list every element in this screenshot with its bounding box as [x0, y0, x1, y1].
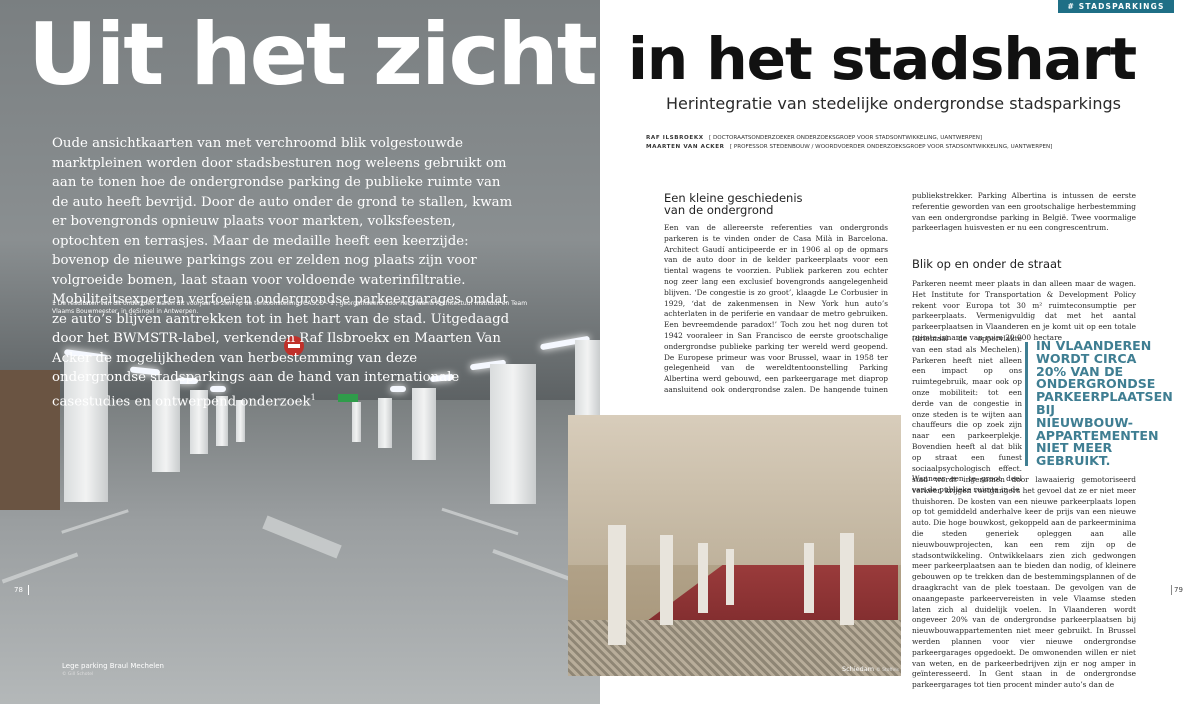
pullquote-bar — [1025, 342, 1028, 466]
parking-wall — [0, 370, 60, 510]
section-heading-history: Een kleine geschiedenis van de ondergron… — [664, 191, 803, 217]
page-number-right: 79 — [1174, 586, 1183, 594]
photo-column — [608, 525, 626, 645]
pullquote: IN VLAANDEREN WORDT CIRCA 20% VAN DE OND… — [1036, 338, 1173, 469]
author-line: RAF ILSBROEKX [ DOCTORAATSONDERZOEKER ON… — [646, 135, 983, 141]
photo-caption-right: Schiedam © Stoffels — [842, 665, 899, 673]
street-text-narrow: (driemaal de oppervlakte van een stad al… — [912, 334, 1022, 495]
photo-column — [660, 535, 673, 625]
page-number-left: 78 — [14, 586, 23, 594]
street-text-bottom: stad wordt ingenomen door lawaaierig gem… — [912, 475, 1136, 690]
photo-caption-left: Lege parking Braul Mechelen — [62, 662, 164, 670]
history-text: Een van de allereerste referenties van o… — [664, 223, 888, 393]
intro-text: Oude ansichtkaarten van met verchroomd b… — [52, 136, 513, 409]
section-tag: # STADSPARKINGS — [1058, 0, 1174, 13]
intro-paragraph: Oude ansichtkaarten van met verchroomd b… — [52, 134, 514, 411]
photo-column — [804, 543, 814, 613]
footnote-ref: 1 — [310, 392, 316, 402]
photo-column — [726, 549, 734, 605]
history-text-continued: publiekstrekker. Parking Albertina is in… — [912, 191, 1136, 233]
photo-column — [698, 543, 708, 613]
page-divider — [28, 585, 29, 595]
right-page-photo — [568, 415, 901, 676]
author-line: MAARTEN VAN ACKER [ PROFESSOR STEDENBOUW… — [646, 143, 1053, 150]
author-credits: RAF ILSBROEKX [ DOCTORAATSONDERZOEKER ON… — [646, 134, 1052, 151]
subtitle: Herintegratie van stedelijke ondergronds… — [666, 94, 1122, 113]
section-heading-street: Blik op en onder de straat — [912, 257, 1062, 271]
footnote: 1 De resultaten van dit onderzoek waren … — [52, 300, 528, 315]
photo-credit-left: © Gill Schotel — [62, 672, 94, 677]
photo-column — [840, 533, 854, 625]
title-left: Uit het zicht, — [28, 5, 628, 105]
title-right: in het stadshart — [628, 25, 1137, 93]
page-divider — [1171, 585, 1172, 595]
